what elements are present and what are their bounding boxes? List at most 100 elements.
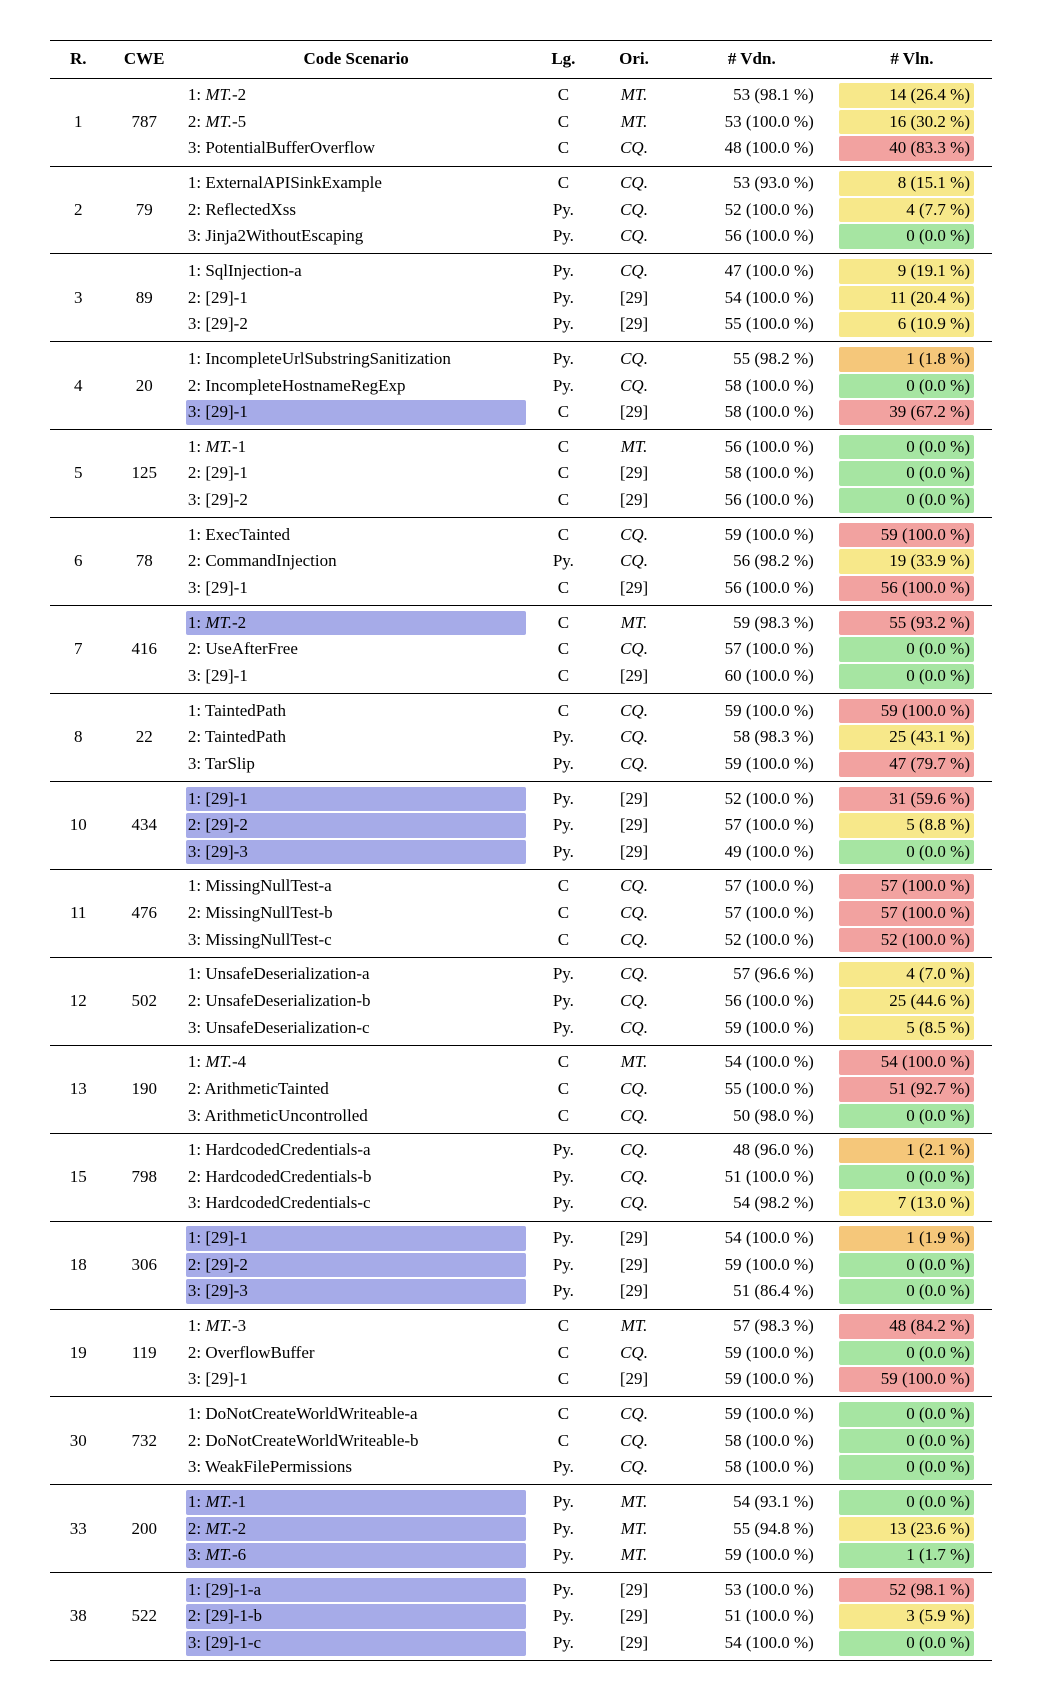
vln-cell: 39 (67.2 %) bbox=[832, 399, 992, 426]
ori-cell: CQ. bbox=[596, 927, 671, 954]
cwe-cell bbox=[107, 751, 182, 778]
scenario-cell: 1: MT.-2 bbox=[182, 82, 531, 109]
vdn-cell: 58 (100.0 %) bbox=[672, 399, 832, 426]
table-row: 125022: UnsafeDeserialization-bPy.CQ.56 … bbox=[50, 988, 992, 1015]
table-row: 1: SqlInjection-aPy.CQ.47 (100.0 %)9 (19… bbox=[50, 258, 992, 285]
table-row: 3: WeakFilePermissionsPy.CQ.58 (100.0 %)… bbox=[50, 1454, 992, 1481]
ori-cell: MT. bbox=[596, 109, 671, 136]
scenario-cell: 1: IncompleteUrlSubstringSanitization bbox=[182, 346, 531, 373]
col-vdn: # Vdn. bbox=[672, 41, 832, 79]
rank-cell bbox=[50, 1103, 107, 1130]
lg-cell: Py. bbox=[530, 1225, 596, 1252]
vdn-cell: 59 (100.0 %) bbox=[672, 698, 832, 725]
vdn-cell: 55 (98.2 %) bbox=[672, 346, 832, 373]
vdn-cell: 53 (100.0 %) bbox=[672, 109, 832, 136]
lg-cell: C bbox=[530, 1103, 596, 1130]
scenario-cell: 3: [29]-1 bbox=[182, 663, 531, 690]
ori-cell: CQ. bbox=[596, 135, 671, 162]
lg-cell: Py. bbox=[530, 285, 596, 312]
vln-cell: 1 (1.8 %) bbox=[832, 346, 992, 373]
lg-cell: C bbox=[530, 900, 596, 927]
scenario-cell: 1: [29]-1-a bbox=[182, 1577, 531, 1604]
table-row: 3: [29]-2Py.[29]55 (100.0 %)6 (10.9 %) bbox=[50, 311, 992, 338]
vdn-cell: 58 (98.3 %) bbox=[672, 724, 832, 751]
scenario-cell: 2: [29]-1 bbox=[182, 460, 531, 487]
cwe-cell: 200 bbox=[107, 1516, 182, 1543]
scenario-cell: 2: HardcodedCredentials-b bbox=[182, 1164, 531, 1191]
lg-cell: Py. bbox=[530, 988, 596, 1015]
cwe-cell bbox=[107, 1489, 182, 1516]
scenario-cell: 3: HardcodedCredentials-c bbox=[182, 1190, 531, 1217]
vdn-cell: 51 (100.0 %) bbox=[672, 1164, 832, 1191]
cwe-cell bbox=[107, 1225, 182, 1252]
col-cwe: CWE bbox=[107, 41, 182, 79]
lg-cell: Py. bbox=[530, 1489, 596, 1516]
cwe-cell bbox=[107, 135, 182, 162]
ori-cell: CQ. bbox=[596, 961, 671, 988]
lg-cell: C bbox=[530, 434, 596, 461]
ori-cell: CQ. bbox=[596, 1164, 671, 1191]
cwe-cell bbox=[107, 346, 182, 373]
cwe-cell bbox=[107, 522, 182, 549]
table-row: 1: UnsafeDeserialization-aPy.CQ.57 (96.6… bbox=[50, 961, 992, 988]
rank-cell: 8 bbox=[50, 724, 107, 751]
table-row: 1: DoNotCreateWorldWriteable-aCCQ.59 (10… bbox=[50, 1401, 992, 1428]
vdn-cell: 54 (100.0 %) bbox=[672, 1049, 832, 1076]
rank-cell bbox=[50, 663, 107, 690]
ori-cell: CQ. bbox=[596, 1428, 671, 1455]
rank-cell bbox=[50, 1489, 107, 1516]
rank-cell bbox=[50, 487, 107, 514]
vln-cell: 4 (7.0 %) bbox=[832, 961, 992, 988]
col-scenario: Code Scenario bbox=[182, 41, 531, 79]
vln-cell: 0 (0.0 %) bbox=[832, 1630, 992, 1657]
table-row: 4202: IncompleteHostnameRegExpPy.CQ.58 (… bbox=[50, 373, 992, 400]
table-row: 1: MT.-1CMT.56 (100.0 %)0 (0.0 %) bbox=[50, 434, 992, 461]
vln-cell: 0 (0.0 %) bbox=[832, 373, 992, 400]
vdn-cell: 56 (100.0 %) bbox=[672, 487, 832, 514]
lg-cell: Py. bbox=[530, 197, 596, 224]
scenario-cell: 2: [29]-1 bbox=[182, 285, 531, 312]
rank-cell bbox=[50, 346, 107, 373]
table-row: 3: [29]-3Py.[29]51 (86.4 %)0 (0.0 %) bbox=[50, 1278, 992, 1305]
rank-cell bbox=[50, 1401, 107, 1428]
scenario-cell: 2: OverflowBuffer bbox=[182, 1340, 531, 1367]
scenario-cell: 2: [29]-2 bbox=[182, 1252, 531, 1279]
vdn-cell: 54 (100.0 %) bbox=[672, 1630, 832, 1657]
ori-cell: MT. bbox=[596, 1489, 671, 1516]
lg-cell: Py. bbox=[530, 812, 596, 839]
cwe-cell bbox=[107, 873, 182, 900]
table-row: 2792: ReflectedXssPy.CQ.52 (100.0 %)4 (7… bbox=[50, 197, 992, 224]
rank-cell bbox=[50, 1015, 107, 1042]
rank-cell: 33 bbox=[50, 1516, 107, 1543]
lg-cell: Py. bbox=[530, 373, 596, 400]
lg-cell: Py. bbox=[530, 1516, 596, 1543]
vdn-cell: 59 (100.0 %) bbox=[672, 1015, 832, 1042]
vdn-cell: 50 (98.0 %) bbox=[672, 1103, 832, 1130]
vdn-cell: 53 (98.1 %) bbox=[672, 82, 832, 109]
ori-cell: [29] bbox=[596, 487, 671, 514]
ori-cell: MT. bbox=[596, 1313, 671, 1340]
vln-cell: 52 (100.0 %) bbox=[832, 927, 992, 954]
group-78: 1: ExecTaintedCCQ.59 (100.0 %)59 (100.0 … bbox=[50, 518, 992, 606]
rank-cell bbox=[50, 1454, 107, 1481]
vdn-cell: 49 (100.0 %) bbox=[672, 839, 832, 866]
table-row: 6782: CommandInjectionPy.CQ.56 (98.2 %)1… bbox=[50, 548, 992, 575]
ori-cell: CQ. bbox=[596, 1340, 671, 1367]
vdn-cell: 55 (94.8 %) bbox=[672, 1516, 832, 1543]
vln-cell: 14 (26.4 %) bbox=[832, 82, 992, 109]
ori-cell: [29] bbox=[596, 1366, 671, 1393]
cwe-cell bbox=[107, 927, 182, 954]
vdn-cell: 57 (100.0 %) bbox=[672, 873, 832, 900]
vdn-cell: 53 (100.0 %) bbox=[672, 1577, 832, 1604]
vdn-cell: 54 (100.0 %) bbox=[672, 1225, 832, 1252]
lg-cell: C bbox=[530, 82, 596, 109]
table-row: 1: TaintedPathCCQ.59 (100.0 %)59 (100.0 … bbox=[50, 698, 992, 725]
cwe-cell bbox=[107, 434, 182, 461]
lg-cell: C bbox=[530, 460, 596, 487]
cwe-cell bbox=[107, 1103, 182, 1130]
vdn-cell: 60 (100.0 %) bbox=[672, 663, 832, 690]
lg-cell: C bbox=[530, 1076, 596, 1103]
table-row: 1: MT.-2CMT.53 (98.1 %)14 (26.4 %) bbox=[50, 82, 992, 109]
cwe-cell bbox=[107, 311, 182, 338]
vln-cell: 40 (83.3 %) bbox=[832, 135, 992, 162]
